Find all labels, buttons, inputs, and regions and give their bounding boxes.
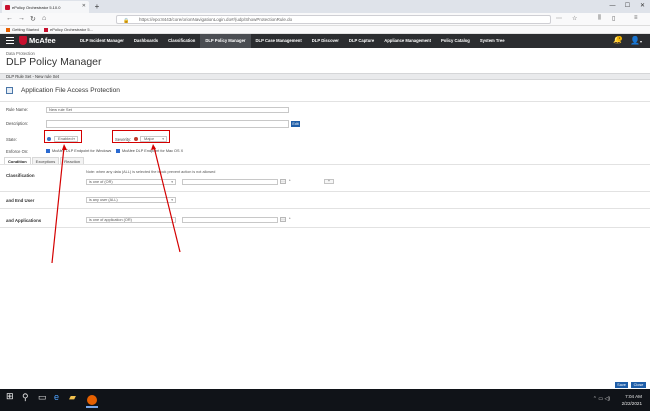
close-button[interactable]: Close [631,382,646,388]
task-view-icon[interactable]: ▭ [38,392,47,403]
windows-start-icon[interactable]: ⊞ [6,391,14,402]
save-button[interactable]: Save [615,382,628,388]
firefox-taskbar-icon[interactable] [86,392,98,408]
taskbar-time: 7:04 AM [625,394,642,399]
annotation-arrowhead-severity [151,144,156,150]
system-tray-icons[interactable]: ⌃ ▭ ◁) [593,396,610,402]
search-icon[interactable]: ⚲ [22,392,29,403]
edge-icon[interactable]: e [54,392,59,402]
annotation-arrows [51,144,181,264]
annotation-arrowhead-state [62,144,67,150]
taskbar-clock[interactable]: 7:04 AM 2/22/2021 [612,393,642,407]
taskbar-date: 2/22/2021 [621,401,642,406]
annotation-arrow-severity [153,146,181,253]
file-explorer-icon[interactable]: ▰ [69,392,76,403]
annotation-arrow-state [51,146,65,264]
